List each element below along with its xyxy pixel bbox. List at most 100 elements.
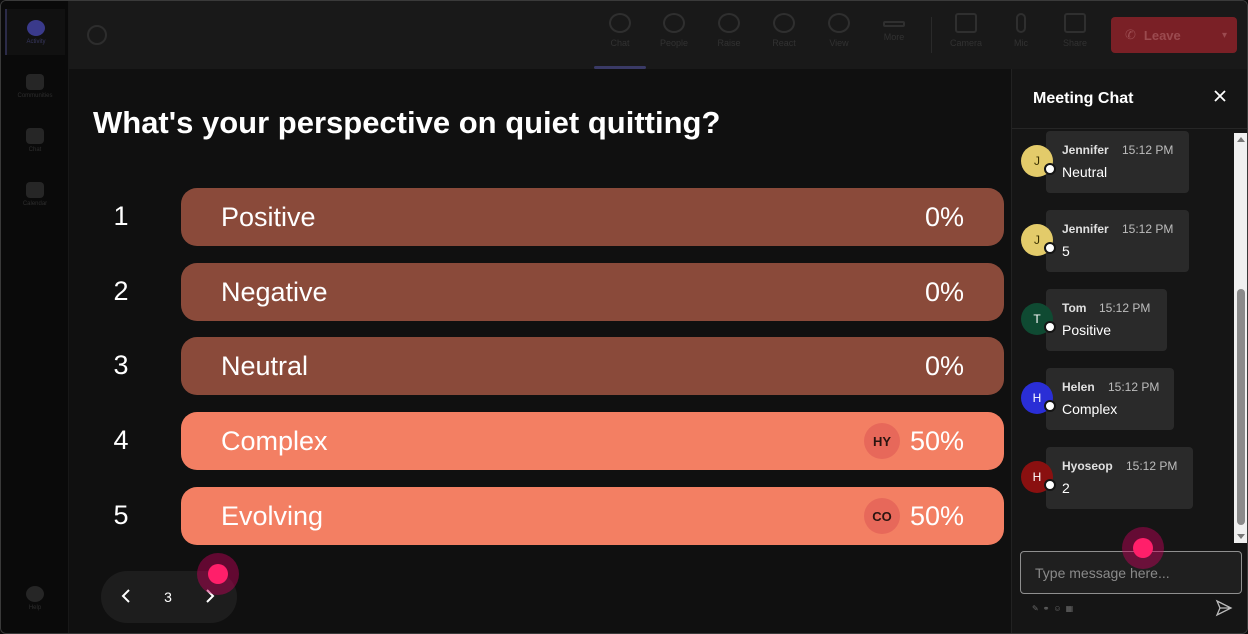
poll-option-row: 2 Negative 0%	[69, 263, 1011, 321]
toolbar-label: Camera	[949, 38, 982, 48]
toolbar-label: Chat	[610, 38, 630, 48]
chat-message: Tom 15:12 PM Positive T	[1020, 287, 1220, 351]
shield-icon[interactable]	[87, 25, 107, 45]
sender-name: Jennifer	[1062, 143, 1109, 157]
toolbar-camera-button[interactable]: Camera	[943, 13, 989, 59]
poll-option-row: 3 Neutral 0%	[69, 337, 1011, 395]
scroll-down-icon[interactable]	[1237, 534, 1245, 539]
poll-option-row: 4 Complex HY 50%	[69, 412, 1011, 470]
compose-tools: ✎ ⚭ ☺ ▦	[1032, 604, 1073, 613]
message-text: Positive	[1062, 322, 1112, 338]
toolbar-label: More	[883, 32, 905, 42]
option-label: Positive	[221, 202, 316, 232]
format-icon[interactable]: ✎	[1032, 604, 1039, 613]
option-number: 5	[113, 500, 129, 530]
message-input[interactable]	[1035, 562, 1225, 584]
toolbar-react-button[interactable]: React	[761, 13, 807, 59]
sender-name: Jennifer	[1062, 222, 1109, 236]
page-number: 3	[164, 589, 172, 605]
message-time: 15:12 PM	[1122, 222, 1174, 236]
toolbar-view-button[interactable]: View	[816, 13, 862, 59]
message-bubble: Tom 15:12 PM Positive	[1046, 289, 1167, 351]
presence-status	[1044, 242, 1056, 254]
close-icon[interactable]	[1210, 87, 1230, 107]
rail-item-label: Activity	[26, 38, 46, 45]
sender-name: Hyoseop	[1062, 459, 1113, 473]
chat-message: Jennifer 15:12 PM 5 J	[1020, 208, 1220, 272]
chat-message-list: Jennifer 15:12 PM Neutral J Jennifer 15:…	[1012, 129, 1247, 543]
toolbar-label: Mic	[1014, 38, 1028, 48]
scroll-up-icon[interactable]	[1237, 137, 1245, 142]
toolbar-people-button[interactable]: People	[651, 13, 697, 59]
rail-item-activity[interactable]: Activity	[5, 9, 65, 55]
option-label: Neutral	[221, 351, 309, 381]
option-label: Complex	[221, 426, 328, 456]
chat-scrollbar[interactable]	[1234, 133, 1247, 543]
help-icon	[26, 585, 44, 602]
react-icon	[773, 13, 795, 33]
rail-item-calendar[interactable]: Calendar	[5, 171, 65, 217]
chat-message: Helen 15:12 PM Complex H	[1020, 366, 1220, 430]
option-percent: 0%	[924, 351, 964, 381]
option-percent: 50%	[909, 501, 964, 531]
bell-icon	[27, 19, 45, 36]
view-icon	[828, 13, 850, 33]
message-bubble: Jennifer 15:12 PM 5	[1046, 210, 1189, 272]
app-rail: Activity Communities Chat Calendar Help	[1, 1, 69, 633]
presence-status	[1044, 400, 1056, 412]
toolbar-mic-button[interactable]: Mic	[998, 13, 1044, 59]
option-percent: 0%	[924, 277, 964, 307]
message-text: Neutral	[1062, 164, 1108, 180]
pointer-indicator	[1122, 527, 1164, 569]
presence-status	[1044, 321, 1056, 333]
send-icon[interactable]	[1215, 599, 1235, 619]
pointer-indicator	[197, 553, 239, 595]
option-number: 1	[113, 201, 129, 231]
scrollbar-thumb[interactable]	[1237, 289, 1245, 525]
emoji-icon[interactable]: ☺	[1053, 604, 1061, 613]
option-bar: Complex HY 50%	[181, 412, 1004, 470]
rail-item-label: Calendar	[22, 200, 48, 207]
voter-avatar: CO	[864, 498, 900, 534]
toolbar-raise-button[interactable]: Raise	[706, 13, 752, 59]
toolbar-label: People	[659, 38, 689, 48]
option-percent: 0%	[924, 202, 964, 232]
attach-icon[interactable]: ⚭	[1043, 604, 1050, 613]
rail-item-label: Chat	[28, 146, 42, 153]
toolbar-share-button[interactable]: Share	[1052, 13, 1098, 59]
meeting-toolbar: Chat People Raise React View More Camera	[69, 1, 1247, 69]
toolbar-more-button[interactable]: More	[871, 13, 917, 59]
camera-icon	[955, 13, 977, 33]
option-number: 4	[113, 425, 129, 455]
option-label: Evolving	[221, 501, 324, 531]
chat-message: Jennifer 15:12 PM Neutral J	[1020, 129, 1220, 193]
rail-item-chat[interactable]: Chat	[5, 117, 65, 163]
more-icon	[883, 21, 905, 27]
people-icon	[663, 13, 685, 33]
toolbar-label: React	[772, 38, 796, 48]
toolbar-chat-button[interactable]: Chat	[594, 13, 646, 69]
message-bubble: Hyoseop 15:12 PM 2	[1046, 447, 1193, 509]
chevron-left-icon[interactable]	[115, 585, 137, 607]
option-bar: Evolving CO 50%	[181, 487, 1004, 545]
presence-status	[1044, 163, 1056, 175]
chat-icon	[26, 127, 44, 144]
rail-item-communities[interactable]: Communities	[5, 63, 65, 109]
chat-message: Hyoseop 15:12 PM 2 H	[1020, 445, 1220, 509]
meeting-chat-panel: Meeting Chat Jennifer 15:12 PM Neutral J…	[1011, 69, 1247, 633]
chevron-down-icon[interactable]: ▾	[1222, 30, 1227, 41]
option-percent: 50%	[909, 426, 964, 456]
poll-option-row: 5 Evolving CO 50%	[69, 487, 1011, 545]
rail-item-help[interactable]: Help	[5, 575, 65, 621]
presence-status	[1044, 479, 1056, 491]
message-bubble: Jennifer 15:12 PM Neutral	[1046, 131, 1189, 193]
option-bar: Positive 0%	[181, 188, 1004, 246]
option-bar: Neutral 0%	[181, 337, 1004, 395]
toolbar-label: Share	[1062, 38, 1088, 48]
message-text: 5	[1062, 243, 1070, 259]
leave-button[interactable]: ✆ Leave ▾	[1111, 17, 1237, 53]
toolbar-divider	[931, 17, 932, 53]
message-text: 2	[1062, 480, 1070, 496]
gif-icon[interactable]: ▦	[1066, 604, 1074, 613]
voter-avatar: HY	[864, 423, 900, 459]
